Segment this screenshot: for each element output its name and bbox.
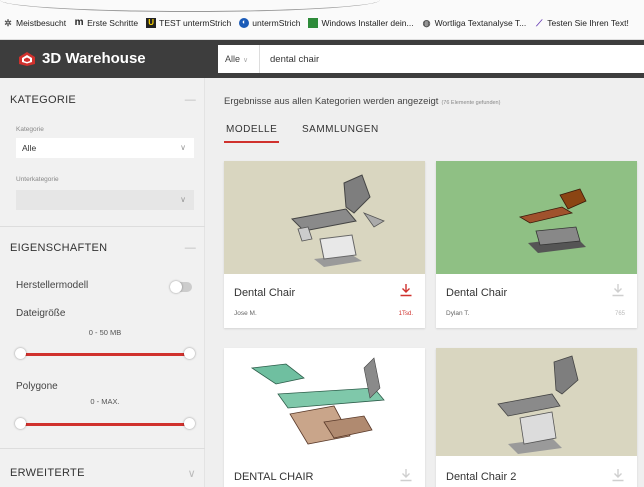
m-logo-icon: m: [74, 17, 84, 28]
results-count: (76 Elemente gefunden): [441, 100, 501, 106]
kategorie-select[interactable]: Alle ∨: [16, 138, 194, 158]
wortliga-icon: ◍: [422, 18, 431, 28]
model-card[interactable]: Dental Chair 2: [436, 348, 637, 487]
u-logo-icon: U: [146, 18, 157, 28]
search-category-select[interactable]: Alle ∨: [218, 45, 260, 73]
slider-handle-max[interactable]: [184, 418, 195, 429]
kategorie-label: Kategorie: [16, 126, 44, 133]
herstellermodell-label: Herstellermodell: [16, 280, 89, 291]
gear-icon: ✲: [4, 18, 12, 28]
results-summary: Ergebnisse aus allen Kategorien werden a…: [224, 96, 501, 107]
download-count: 765: [614, 311, 625, 317]
model-author[interactable]: Dylan T.: [446, 310, 469, 317]
model-card[interactable]: Dental Chair Dylan T. 765: [436, 161, 637, 328]
slider-handle-max[interactable]: [184, 348, 195, 359]
download-icon[interactable]: [611, 283, 625, 297]
brand-name: 3D Warehouse: [42, 50, 146, 67]
model-author[interactable]: Jose M.: [234, 310, 257, 317]
browser-tab-edge: [0, 0, 380, 12]
filter-sidebar: KATEGORIE — Kategorie Alle ∨ Unterkategor…: [0, 78, 205, 487]
collapse-icon: —: [184, 94, 196, 106]
divider: [0, 226, 205, 227]
section-erweiterte-header[interactable]: ERWEITERTE ∨: [10, 467, 196, 480]
collapse-icon: —: [184, 242, 196, 254]
bookmark-erste-schritte[interactable]: m Erste Schritte: [74, 17, 138, 29]
pen-icon: ⟋: [536, 18, 543, 28]
dateigroesse-slider[interactable]: [15, 348, 195, 359]
bookmarks-bar: ✲ Meistbesucht m Erste Schritte U TEST u…: [0, 0, 644, 40]
model-card[interactable]: Dental Chair Jose M. 1Tsd.: [224, 161, 425, 328]
download-icon[interactable]: [611, 468, 625, 482]
model-title[interactable]: DENTAL CHAIR: [234, 471, 313, 483]
model-card[interactable]: DENTAL CHAIR: [224, 348, 425, 487]
divider: [0, 448, 205, 449]
chevron-down-icon: ∨: [180, 143, 186, 152]
unterkategorie-select[interactable]: ∨: [16, 190, 194, 210]
brand-logo[interactable]: 3D Warehouse: [18, 50, 146, 67]
slider-handle-min[interactable]: [15, 348, 26, 359]
polygone-slider[interactable]: [15, 418, 195, 429]
globe-icon: ◐: [239, 18, 250, 28]
chevron-down-icon: ∨: [243, 57, 249, 64]
dateigroesse-label: Dateigröße: [16, 308, 66, 319]
herstellermodell-toggle[interactable]: [170, 281, 192, 293]
tab-modelle[interactable]: MODELLE: [223, 124, 280, 143]
search-bar: Alle ∨: [218, 45, 644, 73]
warehouse-logo-icon: [19, 51, 35, 66]
chevron-down-icon: ∨: [180, 195, 186, 204]
windows-installer-icon: [308, 18, 319, 28]
polygone-range: 0 - MAX.: [90, 397, 120, 406]
model-thumbnail[interactable]: [436, 161, 637, 274]
chevron-down-icon: ∨: [187, 468, 196, 480]
bookmark-meistbesucht[interactable]: ✲ Meistbesucht: [3, 18, 66, 28]
unterkategorie-label: Unterkategorie: [16, 176, 59, 183]
slider-handle-min[interactable]: [15, 418, 26, 429]
bookmark-wortliga[interactable]: ◍ Wortliga Textanalyse T...: [422, 18, 527, 28]
toggle-knob: [170, 281, 182, 293]
download-icon[interactable]: [399, 283, 413, 297]
model-title[interactable]: Dental Chair: [446, 287, 507, 299]
bookmark-testen-text[interactable]: ⟋ Testen Sie Ihren Text!: [534, 18, 629, 28]
bookmark-test-untermstrich[interactable]: U TEST untermStrich: [146, 18, 231, 28]
download-count: 1Tsd.: [398, 311, 413, 317]
model-thumbnail[interactable]: [436, 348, 637, 456]
model-title[interactable]: Dental Chair: [234, 287, 295, 299]
site-header: 3D Warehouse Alle ∨: [0, 40, 644, 78]
search-input[interactable]: [266, 45, 636, 73]
polygone-label: Polygone: [16, 381, 58, 392]
section-kategorie-header[interactable]: KATEGORIE —: [10, 94, 196, 106]
model-thumbnail[interactable]: [224, 348, 425, 456]
model-title[interactable]: Dental Chair 2: [446, 471, 516, 483]
model-thumbnail[interactable]: [224, 161, 425, 274]
bookmarks-list: ✲ Meistbesucht m Erste Schritte U TEST u…: [3, 18, 629, 28]
section-eigenschaften-header[interactable]: EIGENSCHAFTEN —: [10, 242, 196, 254]
bookmark-untermstrich[interactable]: ◐ untermStrich: [239, 18, 300, 28]
tab-sammlungen[interactable]: SAMMLUNGEN: [302, 124, 379, 135]
bookmark-windows-installer[interactable]: Windows Installer dein...: [308, 18, 414, 28]
dateigroesse-range: 0 - 50 MB: [88, 328, 122, 337]
download-icon[interactable]: [399, 468, 413, 482]
